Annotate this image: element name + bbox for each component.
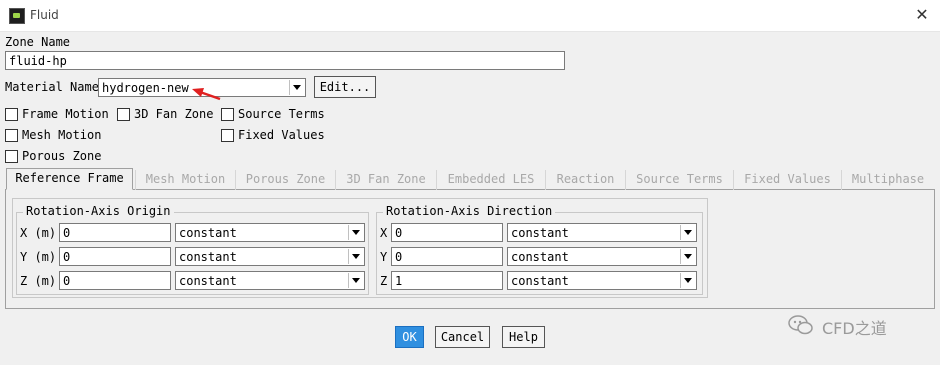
direction-z-method-value: constant (511, 274, 569, 288)
fixed-values-label: Fixed Values (238, 128, 325, 142)
source-terms-label: Source Terms (238, 107, 325, 121)
chevron-down-icon (348, 273, 363, 288)
chevron-down-icon (348, 249, 363, 264)
origin-z-label: Z (m) (20, 274, 57, 288)
panel-border (934, 189, 935, 309)
origin-x-method-value: constant (179, 226, 237, 240)
tab-reference-frame[interactable]: Reference Frame (6, 168, 133, 190)
direction-y-label: Y (380, 250, 388, 264)
ok-button[interactable]: OK (395, 326, 424, 348)
origin-y-method-dropdown[interactable]: constant (175, 247, 365, 266)
tab-fixed-values[interactable]: Fixed Values (733, 170, 841, 190)
chevron-down-icon (680, 225, 695, 240)
frame-motion-label: Frame Motion (22, 107, 109, 121)
porous-zone-label: Porous Zone (22, 149, 102, 163)
cancel-button[interactable]: Cancel (435, 326, 490, 348)
direction-z-label: Z (380, 274, 388, 288)
direction-z-input[interactable]: 1 (391, 271, 503, 290)
wechat-icon (788, 315, 813, 335)
3d-fan-zone-label: 3D Fan Zone (134, 107, 214, 121)
origin-y-method-value: constant (179, 250, 237, 264)
direction-x-method-value: constant (511, 226, 569, 240)
material-name-value: hydrogen-new (102, 81, 189, 95)
tab-multiphase[interactable]: Multiphase (841, 170, 934, 190)
zone-name-label: Zone Name (5, 35, 71, 49)
origin-z-method-dropdown[interactable]: constant (175, 271, 365, 290)
direction-y-input[interactable]: 0 (391, 247, 503, 266)
fluent-app-icon (9, 8, 25, 24)
mesh-motion-label: Mesh Motion (22, 128, 102, 142)
chevron-down-icon (289, 80, 304, 95)
edit-material-button[interactable]: Edit... (314, 76, 376, 98)
origin-z-input[interactable]: 0 (59, 271, 171, 290)
origin-y-input[interactable]: 0 (59, 247, 171, 266)
close-icon[interactable]: ✕ (912, 4, 932, 26)
tab-3d-fan-zone[interactable]: 3D Fan Zone (335, 170, 436, 190)
help-button[interactable]: Help (502, 326, 545, 348)
tab-reaction[interactable]: Reaction (545, 170, 625, 190)
rotation-axis-origin-title: Rotation-Axis Origin (23, 204, 174, 218)
watermark-text: CFD之道 (822, 319, 887, 338)
checkbox-box[interactable] (5, 129, 18, 142)
tab-embedded-les[interactable]: Embedded LES (436, 170, 545, 190)
zone-name-input[interactable]: fluid-hp (5, 51, 565, 70)
origin-y-label: Y (m) (20, 250, 57, 264)
direction-y-method-value: constant (511, 250, 569, 264)
annotation-arrow-icon (192, 88, 221, 101)
checkbox-box[interactable] (221, 129, 234, 142)
direction-x-method-dropdown[interactable]: constant (507, 223, 697, 242)
direction-x-input[interactable]: 0 (391, 223, 503, 242)
chevron-down-icon (348, 225, 363, 240)
origin-x-input[interactable]: 0 (59, 223, 171, 242)
panel-border (5, 189, 6, 309)
checkbox-box[interactable] (5, 108, 18, 121)
watermark: CFD之道 (788, 313, 928, 339)
checkbox-box[interactable] (117, 108, 130, 121)
origin-x-label: X (m) (20, 226, 57, 240)
chevron-down-icon (680, 273, 695, 288)
rotation-axis-direction-title: Rotation-Axis Direction (383, 204, 556, 218)
tab-source-terms[interactable]: Source Terms (625, 170, 733, 190)
chevron-down-icon (680, 249, 695, 264)
window-title: Fluid (30, 8, 59, 22)
direction-y-method-dropdown[interactable]: constant (507, 247, 697, 266)
checkbox-box[interactable] (5, 150, 18, 163)
tab-mesh-motion[interactable]: Mesh Motion (135, 170, 235, 190)
direction-z-method-dropdown[interactable]: constant (507, 271, 697, 290)
panel-border (5, 308, 935, 309)
tab-porous-zone[interactable]: Porous Zone (235, 170, 335, 190)
material-name-label: Material Name (5, 80, 99, 94)
direction-x-label: X (380, 226, 388, 240)
checkbox-box[interactable] (221, 108, 234, 121)
origin-z-method-value: constant (179, 274, 237, 288)
window-titlebar (0, 0, 940, 32)
origin-x-method-dropdown[interactable]: constant (175, 223, 365, 242)
